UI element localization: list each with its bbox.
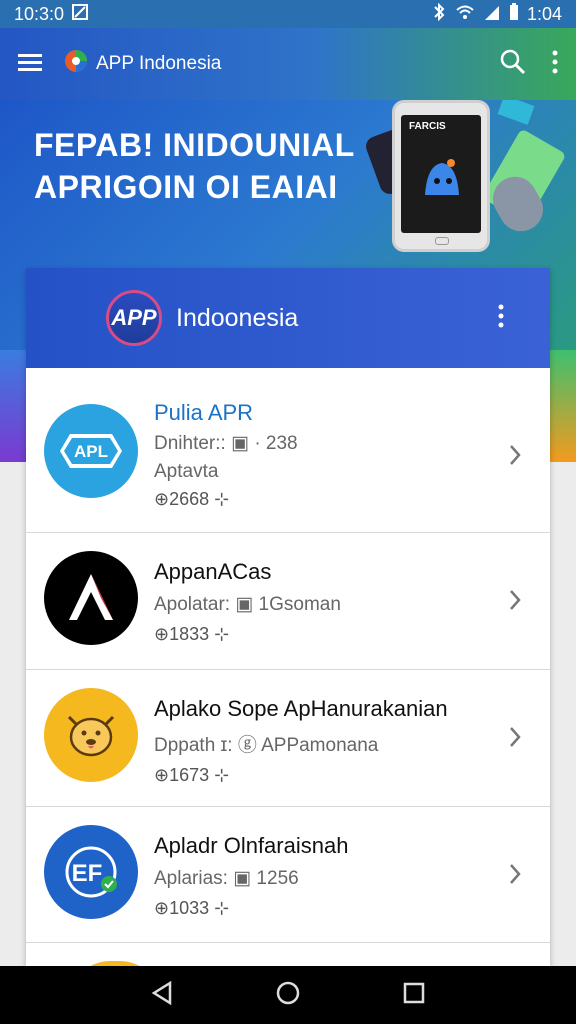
card-logo: APP	[106, 290, 162, 346]
app-title: APP Indonesia	[64, 49, 221, 79]
app-icon	[44, 551, 138, 645]
hero-edge-decoration	[0, 350, 26, 462]
sim-icon	[72, 3, 89, 25]
bluetooth-icon	[431, 2, 447, 26]
phone-screen: FARCIS	[401, 115, 481, 233]
item-text: Apladr Olnfaraisnah Aplarias: ▣ 1256 ⊕10…	[154, 833, 348, 919]
app-downloads: ⊕1673 ⊹	[154, 765, 230, 785]
chevron-right-icon[interactable]	[508, 444, 522, 471]
app-publisher: Dnihter:: ▣ · 238	[154, 433, 298, 454]
item-text: Pulia APR Dnihter:: ▣ · 238 Aptavta ⊕266…	[154, 400, 298, 510]
list-item[interactable]: APL Pulia APR Dnihter:: ▣ · 238 Aptavta …	[26, 368, 550, 533]
app-icon: APL	[44, 404, 138, 498]
battery-icon	[509, 2, 519, 26]
app-publisher: Apolatar: ▣ 1Gsoman	[154, 594, 341, 615]
phone-screen-text: FARCIS	[409, 121, 446, 132]
bell-icon	[425, 159, 459, 195]
more-vert-icon[interactable]	[552, 50, 558, 79]
app-downloads: ⊕1033 ⊹	[154, 898, 230, 918]
app-icon: EF	[44, 825, 138, 919]
list-item[interactable]: Aplako Sope ApHanurakanian Dppath ɪ: ⓖ A…	[26, 670, 550, 807]
app-icon	[44, 688, 138, 782]
app-name: Apladr Olnfaraisnah	[154, 833, 349, 858]
app-name: AppanACas	[154, 559, 272, 584]
phone-home-button	[435, 237, 449, 245]
list-item[interactable]	[26, 943, 550, 968]
status-bar: 10:3:0 1:04	[0, 0, 576, 28]
app-downloads: ⊕2668 ⊹	[154, 489, 230, 509]
triangle-logo-icon	[69, 574, 113, 620]
more-vert-icon[interactable]	[498, 304, 504, 333]
app-logo-icon	[64, 49, 88, 79]
app-category: Aptavta	[154, 461, 219, 482]
signal-icon	[483, 4, 501, 25]
status-time: 10:3:0	[14, 3, 65, 24]
dog-face-icon	[67, 715, 115, 757]
phone-illustration: FARCIS	[392, 100, 490, 252]
list-item[interactable]: EF Apladr Olnfaraisnah Aplarias: ▣ 1256 …	[26, 807, 550, 943]
app-list-card: APP Indoonesia APL Pulia APR Dnihter:: ▣…	[26, 268, 550, 968]
card-header: APP Indoonesia	[26, 268, 550, 368]
card-title: Indoonesia	[176, 303, 299, 332]
list-item[interactable]: AppanACas Apolatar: ▣ 1Gsoman ⊕1833 ⊹	[26, 533, 550, 670]
chevron-right-icon[interactable]	[508, 726, 522, 753]
hero-title-line2: APRIGOIN OI EAIAI	[34, 169, 338, 205]
wifi-icon	[455, 4, 475, 25]
ef-logo-icon: EF	[65, 846, 117, 898]
hero-title-line1: FEPAB! INIDOUNIAL	[34, 127, 355, 163]
decoration-shape	[497, 100, 535, 125]
card-logo-text: APP	[111, 305, 157, 330]
app-publisher: Dppath ɪ: ⓖ APPamonana	[154, 735, 379, 756]
hero-title: FEPAB! INIDOUNIAL APRIGOIN OI EAIAI	[34, 124, 355, 208]
ef-logo-text: EF	[72, 860, 103, 887]
apl-logo-text: APL	[74, 442, 108, 461]
back-triangle-icon[interactable]	[151, 980, 173, 1010]
app-publisher: Aplarias: ▣ 1256	[154, 868, 299, 889]
apl-logo-icon: APL	[60, 434, 122, 468]
item-text: AppanACas Apolatar: ▣ 1Gsoman ⊕1833 ⊹	[154, 559, 341, 645]
item-text: Aplako Sope ApHanurakanian Dppath ɪ: ⓖ A…	[154, 696, 448, 786]
system-nav-bar	[0, 966, 576, 1024]
app-downloads: ⊕1833 ⊹	[154, 624, 230, 644]
chevron-right-icon[interactable]	[508, 863, 522, 890]
home-circle-icon[interactable]	[275, 980, 301, 1011]
app-name: Pulia APR	[154, 400, 254, 425]
app-name: Aplako Sope ApHanurakanian	[154, 696, 448, 721]
hero-edge-decoration	[550, 350, 576, 462]
hamburger-icon[interactable]	[18, 52, 42, 77]
recents-square-icon[interactable]	[403, 982, 425, 1009]
chevron-right-icon[interactable]	[508, 589, 522, 616]
search-icon[interactable]	[500, 49, 526, 80]
app-title-text: APP Indonesia	[96, 53, 222, 74]
status-right-time: 1:04	[526, 3, 562, 24]
app-bar: APP Indonesia	[0, 28, 576, 100]
